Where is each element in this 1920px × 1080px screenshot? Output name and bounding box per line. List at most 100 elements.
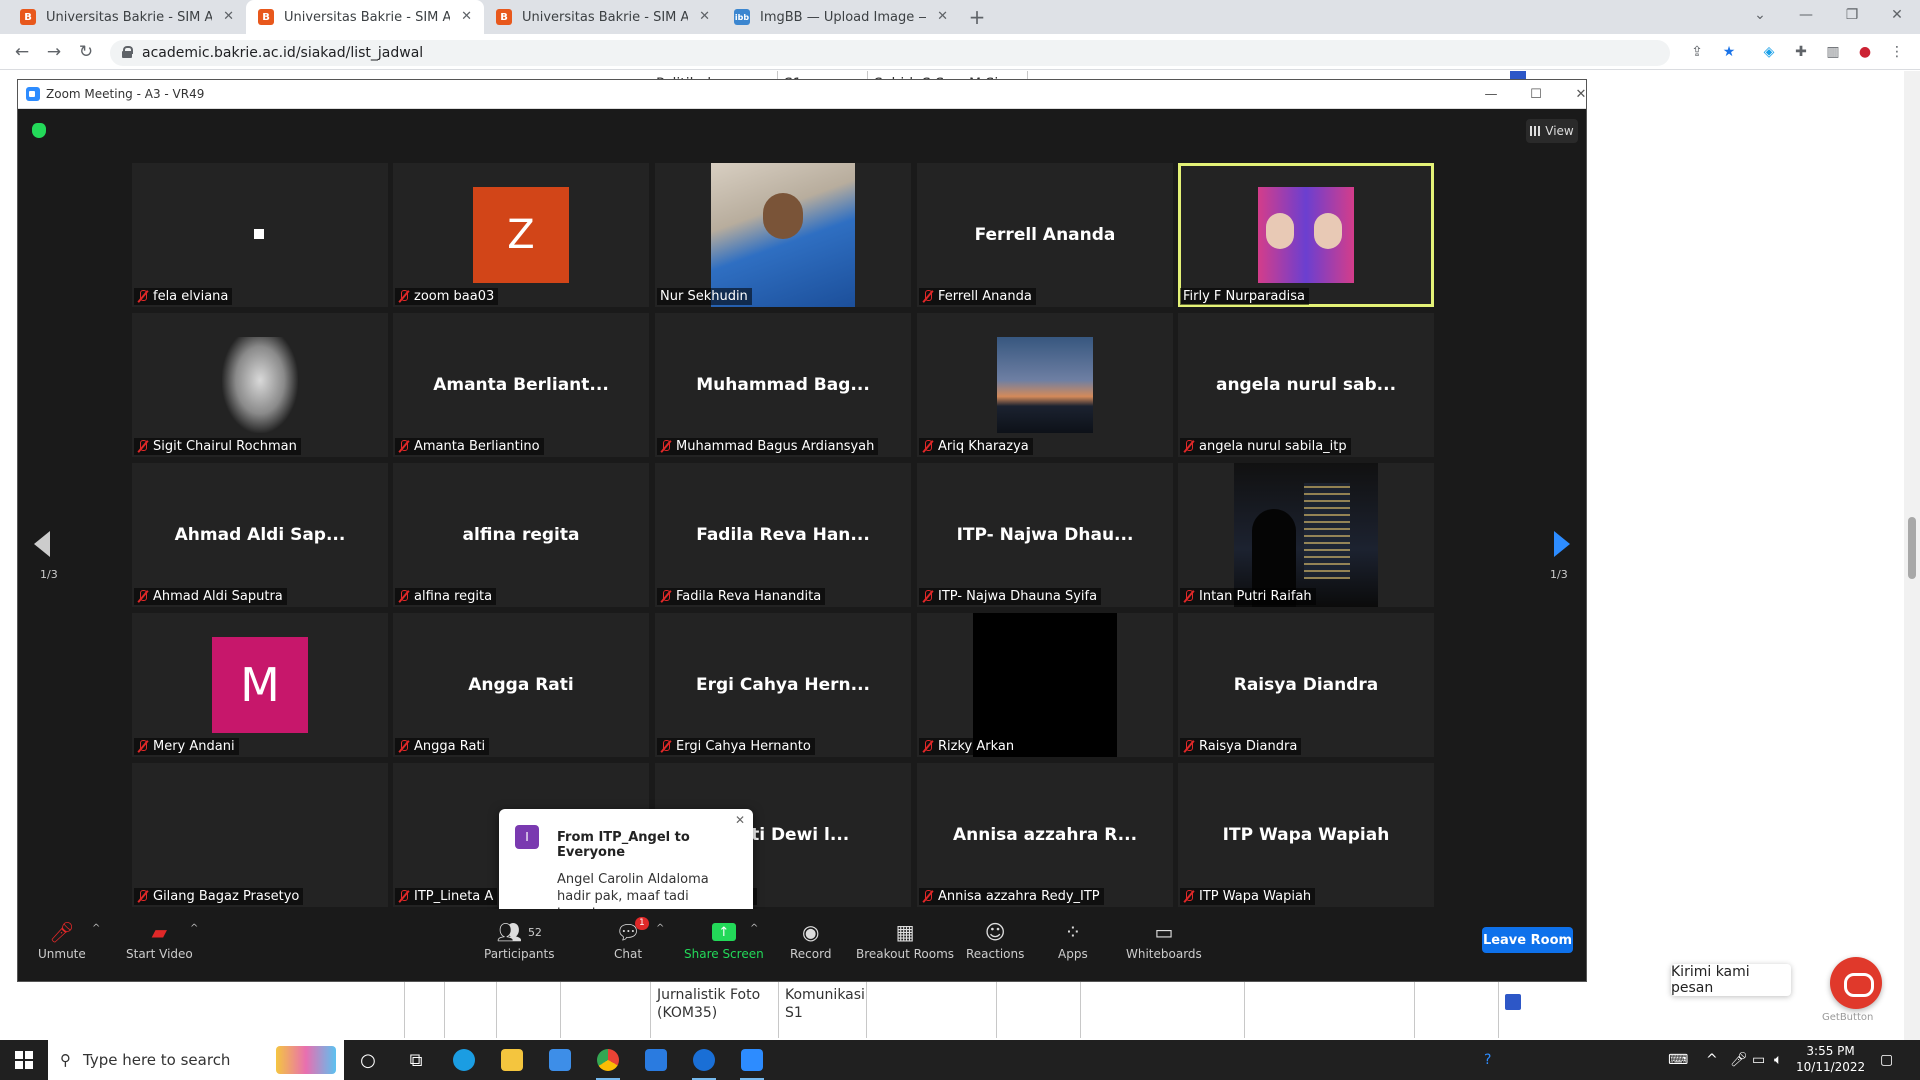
video-tile[interactable]: ITP- Najwa Dhau... ITP- Najwa Dhauna Syif… xyxy=(917,463,1173,607)
table-cell xyxy=(1415,982,1499,1038)
participants-button[interactable]: 👥︎ 52 Participants xyxy=(484,917,555,961)
video-tile[interactable]: Rizky Arkan xyxy=(917,613,1173,757)
video-tile[interactable]: Fadila Reva Han... Fadila Reva Hanandita xyxy=(655,463,911,607)
close-icon[interactable]: ✕ xyxy=(1558,80,1604,109)
browser-tab[interactable]: ibb ImgBB — Upload Image — Free ✕ xyxy=(722,0,960,34)
video-tile[interactable]: Muhammad Bag... Muhammad Bagus Ardiansyah xyxy=(655,313,911,457)
video-tile[interactable]: Nur Sekhudin xyxy=(655,163,911,307)
side-panel-icon[interactable]: ▥ xyxy=(1824,43,1842,61)
bookmark-star-icon[interactable]: ★ xyxy=(1720,43,1738,61)
close-icon[interactable]: ✕ xyxy=(735,813,745,827)
video-tile[interactable]: Amanta Berliant... Amanta Berliantino xyxy=(393,313,649,457)
video-tile[interactable]: Ergi Cahya Hern... Ergi Cahya Hernanto xyxy=(655,613,911,757)
leave-room-button[interactable]: Leave Room xyxy=(1482,927,1573,953)
microphone-icon[interactable]: 🎤︎ xyxy=(1730,1052,1748,1068)
apps-button[interactable]: ⁘ Apps xyxy=(1058,917,1088,961)
maximize-icon[interactable]: ☐ xyxy=(1513,80,1559,109)
menu-icon[interactable]: ⋮ xyxy=(1888,43,1906,61)
user-icon[interactable] xyxy=(1505,994,1521,1010)
minimize-icon[interactable]: — xyxy=(1783,0,1829,30)
previous-page-icon[interactable] xyxy=(34,531,50,557)
share-icon[interactable]: ⇪ xyxy=(1688,43,1706,61)
chevron-up-icon[interactable]: ^ xyxy=(656,923,664,934)
video-tile[interactable]: Ferrell Ananda Ferrell Ananda xyxy=(917,163,1173,307)
unmute-button[interactable]: 🎤︎ Unmute xyxy=(38,917,86,961)
view-button[interactable]: View xyxy=(1526,119,1578,143)
chat-widget-label[interactable]: Kirimi kami pesan xyxy=(1671,964,1791,996)
breakout-rooms-button[interactable]: ▦ Breakout Rooms xyxy=(856,917,954,961)
puzzle-icon[interactable]: ✚ xyxy=(1792,43,1810,61)
taskbar-clock[interactable]: 3:55 PM 10/11/2022 xyxy=(1796,1043,1865,1075)
video-tile[interactable]: Sigit Chairul Rochman xyxy=(132,313,388,457)
close-icon[interactable]: ✕ xyxy=(461,9,472,24)
chevron-up-icon[interactable]: ^ xyxy=(190,923,198,934)
chevron-up-icon[interactable]: ^ xyxy=(750,923,758,934)
muted-microphone-icon xyxy=(922,590,934,603)
record-button[interactable]: ◉ Record xyxy=(790,917,831,961)
notification-icon[interactable]: ▢ xyxy=(1880,1052,1893,1068)
chevron-up-icon[interactable]: ^ xyxy=(92,923,100,934)
chrome-icon[interactable] xyxy=(584,1040,632,1080)
video-tile[interactable]: Gilang Bagaz Prasetyo xyxy=(132,763,388,907)
scrollbar-thumb[interactable] xyxy=(1908,517,1916,579)
new-tab-button[interactable]: + xyxy=(960,0,994,34)
restore-icon[interactable]: ❐ xyxy=(1829,0,1875,30)
minimize-icon[interactable]: — xyxy=(1468,80,1514,109)
whiteboards-button[interactable]: ▭ Whiteboards xyxy=(1126,917,1202,961)
store-icon[interactable] xyxy=(536,1040,584,1080)
video-tile[interactable]: Raisya Diandra Raisya Diandra xyxy=(1178,613,1434,757)
close-icon[interactable]: ✕ xyxy=(223,9,234,24)
video-tile[interactable]: Ariq Kharazya xyxy=(917,313,1173,457)
extension-icon[interactable]: ◈ xyxy=(1760,43,1778,61)
page-scrollbar[interactable] xyxy=(1904,71,1920,1040)
browser-tab[interactable]: B Universitas Bakrie - SIM Akadem ✕ xyxy=(484,0,722,34)
chat-bubble-icon[interactable] xyxy=(1830,957,1882,1009)
muted-microphone-icon xyxy=(398,440,410,453)
url-field[interactable]: academic.bakrie.ac.id/siakad/list_jadwal xyxy=(110,40,1670,66)
mail-icon[interactable] xyxy=(632,1040,680,1080)
browser-tab-active[interactable]: B Universitas Bakrie - SIM Akadem ✕ xyxy=(246,0,484,34)
chat-button[interactable]: 💬︎ 1 Chat xyxy=(614,917,649,961)
reactions-button[interactable]: ☺ Reactions xyxy=(966,917,1024,961)
forward-icon[interactable]: → xyxy=(42,41,66,63)
video-tile[interactable]: Intan Putri Raifah xyxy=(1178,463,1434,607)
video-tile[interactable]: Firly F Nurparadisa xyxy=(1178,163,1434,307)
course-cell: Jurnalistik Foto (KOM35) xyxy=(651,982,779,1038)
close-icon[interactable]: ✕ xyxy=(699,9,710,24)
video-tile[interactable]: M Mery Andani xyxy=(132,613,388,757)
muted-microphone-icon xyxy=(137,740,149,753)
video-tile[interactable]: ITP Wapa Wapiah ITP Wapa Wapiah xyxy=(1178,763,1434,907)
chevron-up-icon[interactable]: ^ xyxy=(1706,1052,1718,1068)
keyboard-icon[interactable]: ⌨ xyxy=(1668,1052,1688,1068)
back-icon[interactable]: ← xyxy=(10,41,34,63)
file-explorer-icon[interactable] xyxy=(488,1040,536,1080)
browser-tab[interactable]: B Universitas Bakrie - SIM Akadem ✕ xyxy=(8,0,246,34)
taskbar-search[interactable]: ⚲ Type here to search xyxy=(48,1040,344,1080)
start-video-button[interactable]: ▰ Start Video xyxy=(126,917,193,961)
muted-microphone-icon xyxy=(137,590,149,603)
video-tile[interactable]: Annisa azzahra R... Annisa azzahra Redy_I… xyxy=(917,763,1173,907)
task-view-icon[interactable]: ⧉ xyxy=(392,1040,440,1080)
windows-start-icon[interactable] xyxy=(0,1040,48,1080)
help-icon[interactable]: ? xyxy=(1484,1052,1491,1068)
video-tile[interactable]: Angga Rati Angga Rati xyxy=(393,613,649,757)
edge-icon[interactable] xyxy=(440,1040,488,1080)
cortana-icon[interactable]: ○ xyxy=(344,1040,392,1080)
video-tile[interactable]: Zzoom baa03 xyxy=(393,163,649,307)
zoom-app-icon[interactable] xyxy=(728,1040,776,1080)
video-tile[interactable]: angela nurul sab... angela nurul sabila_i… xyxy=(1178,313,1434,457)
teamviewer-icon[interactable] xyxy=(680,1040,728,1080)
close-icon[interactable]: ✕ xyxy=(1874,0,1920,30)
video-tile[interactable]: Ahmad Aldi Sap... Ahmad Aldi Saputra xyxy=(132,463,388,607)
close-icon[interactable]: ✕ xyxy=(937,9,948,24)
video-tile[interactable]: fela elviana xyxy=(132,163,388,307)
chevron-down-icon[interactable]: ⌄ xyxy=(1737,0,1783,30)
table-cell xyxy=(867,982,997,1038)
reload-icon[interactable]: ↻ xyxy=(74,41,98,63)
next-page-icon[interactable] xyxy=(1554,531,1570,557)
network-icon[interactable]: ▭ xyxy=(1752,1052,1765,1068)
encryption-shield-icon[interactable] xyxy=(32,123,46,138)
profile-icon[interactable]: ● xyxy=(1856,43,1874,61)
volume-icon[interactable]: 🔈︎ xyxy=(1774,1052,1782,1068)
video-tile[interactable]: alfina regita alfina regita xyxy=(393,463,649,607)
